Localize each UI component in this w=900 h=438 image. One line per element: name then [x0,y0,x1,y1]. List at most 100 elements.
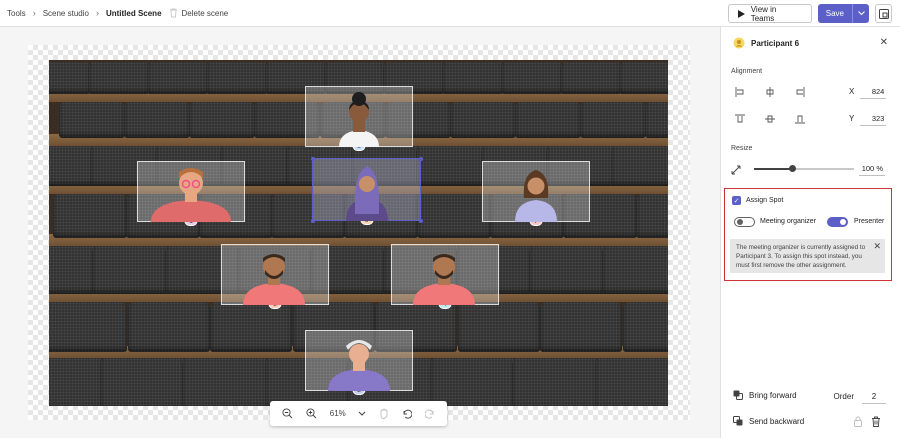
breadcrumb-scene-studio[interactable]: Scene studio [43,9,89,18]
resize-handle[interactable] [418,156,423,161]
resize-label: Resize [731,145,753,152]
align-top-icon[interactable] [733,112,747,126]
resize-handle[interactable] [310,218,315,223]
auditorium-seat [512,358,599,406]
participant-spot-7[interactable]: 7 [482,161,590,226]
auditorium-seat [500,62,563,94]
auditorium-seat [53,194,127,238]
auditorium-seat [182,358,269,406]
meeting-organizer-toggle[interactable] [734,217,755,227]
y-input[interactable]: 323 [860,111,887,126]
slider-thumb[interactable] [788,165,796,172]
bring-forward-label: Bring forward [749,390,797,400]
x-label: X [849,87,855,96]
pan-hand-icon[interactable] [379,408,389,419]
panel-title: Participant 6 [751,38,800,48]
panel-header: Participant 6 [733,37,799,49]
chevron-down-icon[interactable] [358,411,366,417]
spot-badge: 6 [360,215,373,225]
toggle-knob [737,219,743,225]
participant-spot-2[interactable]: 2 [305,330,413,395]
auditorium-seat [49,146,95,186]
assign-spot-checkbox[interactable]: ✓ [732,196,741,205]
auditorium-seat [645,102,668,138]
auditorium-seat [540,302,623,352]
x-input[interactable]: 824 [860,84,887,99]
auditorium-seat [415,146,486,186]
participant-spot-3[interactable]: 3 [305,86,413,151]
save-button-group: Save [817,4,869,23]
delete-scene-button[interactable]: Delete scene [169,8,229,18]
participant-spot-6[interactable]: 6 [310,156,423,225]
toggle-knob [840,219,846,225]
close-icon[interactable]: ✕ [880,37,888,48]
bring-forward-icon [733,390,743,400]
delete-scene-label: Delete scene [181,8,229,18]
auditorium-seat [124,102,191,138]
lock-icon[interactable] [853,416,863,427]
spot-badge: 1 [184,216,198,226]
auditorium-seat [49,62,91,94]
undo-icon[interactable] [402,409,412,419]
align-middle-icon[interactable] [763,112,777,126]
assignment-warning-message: The meeting organizer is currently assig… [730,239,885,273]
auditorium-seat [457,302,540,352]
send-backward-label: Send backward [749,416,805,426]
order-field: Order 2 [834,389,886,404]
auditorium-seat [622,302,668,352]
trash-icon [169,8,177,18]
zoom-toolbar: 61% [270,401,447,426]
delete-icon[interactable] [871,416,881,427]
breadcrumb-tools[interactable]: Tools [7,9,26,18]
auditorium-seat [49,246,97,294]
spot-badge: 2 [352,385,366,395]
auditorium-seat [611,146,668,186]
save-button[interactable]: Save [817,4,853,23]
auditorium-seat [99,358,186,406]
save-dropdown-button[interactable] [853,4,869,23]
zoom-out-icon[interactable] [282,408,293,419]
participant-spot-1[interactable]: 1 [137,161,245,226]
auditorium-seat [515,102,582,138]
zoom-level[interactable]: 61% [330,409,346,418]
resize-slider[interactable] [754,165,854,172]
chevron-down-icon [857,11,865,16]
align-center-icon[interactable] [763,85,777,99]
auditorium-seat [601,246,668,294]
auditorium-seat [49,302,127,352]
panel-toggle-button[interactable] [875,4,892,23]
participant-spot-4[interactable]: 4 [391,244,499,309]
bring-forward-button[interactable]: Bring forward [733,390,797,400]
auditorium-seat [449,102,516,138]
send-backward-button[interactable]: Send backward [733,416,804,426]
align-right-icon[interactable] [793,85,807,99]
x-coordinate: X 824 [849,84,887,99]
resize-handle[interactable] [310,156,315,161]
warning-text: The meeting organizer is currently assig… [736,244,866,269]
align-bottom-icon[interactable] [793,112,807,126]
play-icon [737,9,745,18]
auditorium-seat [441,62,504,94]
presenter-toggle[interactable] [827,217,848,227]
redo-icon[interactable] [424,409,435,419]
view-in-teams-button[interactable]: View in Teams [727,4,812,23]
chevron-right-icon: › [32,8,36,18]
auditorium-seat [59,102,125,138]
spot-badge: 7 [529,216,543,226]
order-label: Order [833,392,854,401]
top-bar: Tools › Scene studio › Untitled Scene De… [0,0,900,27]
participant-spot-5[interactable]: 5 [221,244,329,309]
chevron-right-icon: › [95,8,99,18]
order-input[interactable]: 2 [862,389,886,404]
dismiss-icon[interactable]: ✕ [873,242,881,251]
resize-value[interactable]: 100 % [859,161,885,176]
send-backward-icon [733,416,743,426]
zoom-in-icon[interactable] [306,408,317,419]
auditorium-seat [635,194,668,238]
auditorium-seat [594,358,668,406]
auditorium-seat [49,358,103,406]
y-label: Y [849,114,855,123]
resize-handle[interactable] [418,218,423,223]
align-left-icon[interactable] [733,85,747,99]
auditorium-seat [580,102,647,138]
